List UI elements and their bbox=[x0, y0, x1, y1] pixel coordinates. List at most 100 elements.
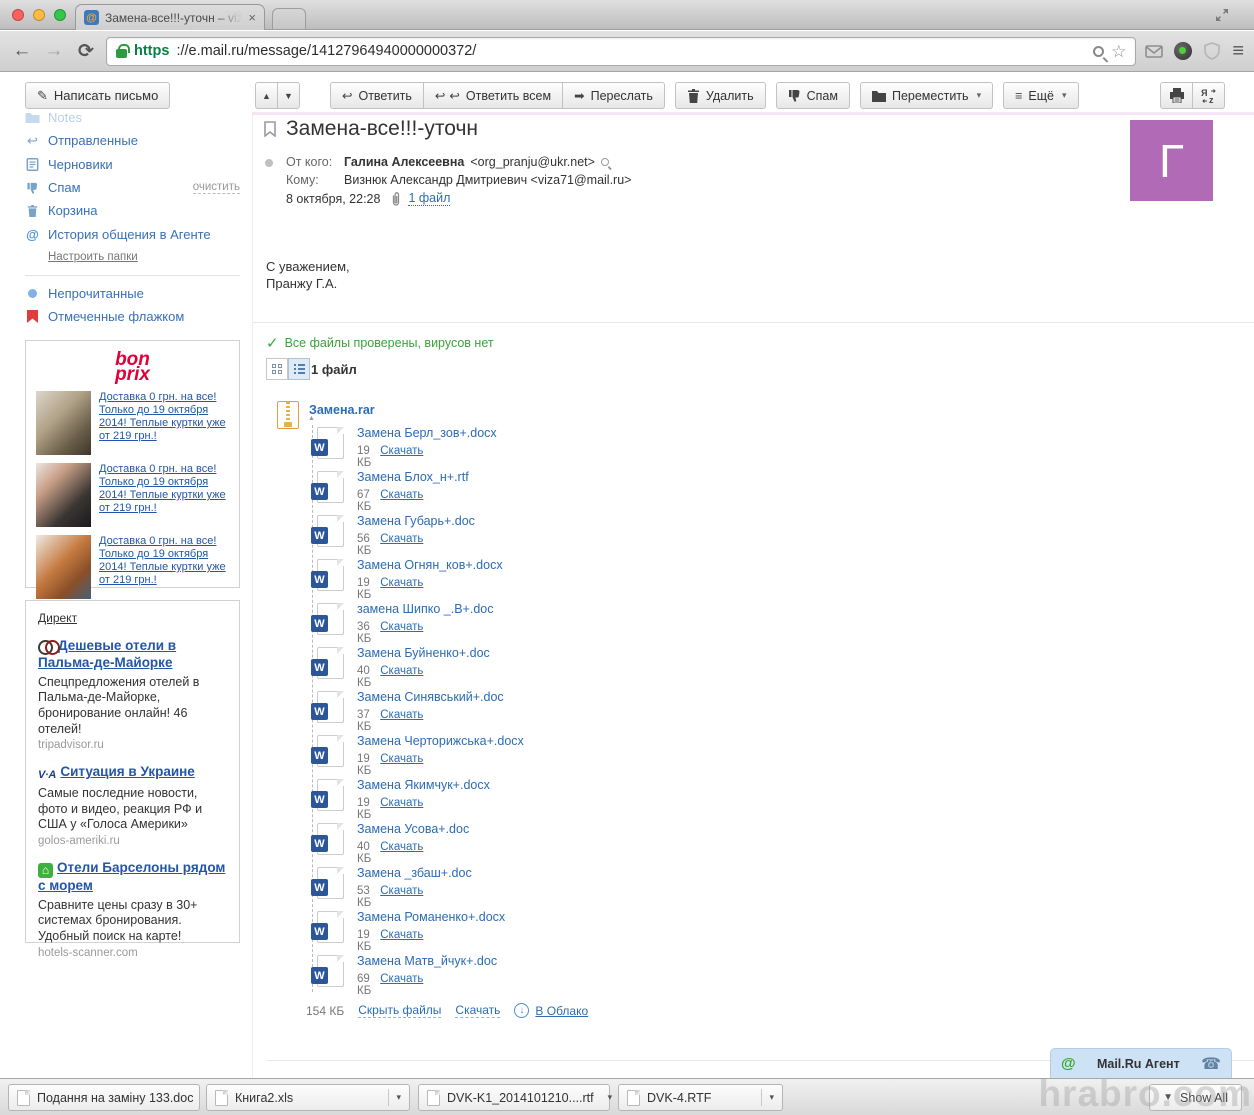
bonprix-ad-item[interactable]: Доставка 0 грн. на все! Только до 19 окт… bbox=[36, 535, 229, 599]
download-item[interactable]: DVK-4.RTF ▾ bbox=[618, 1084, 783, 1111]
save-to-cloud-link[interactable]: В Облако bbox=[535, 1004, 588, 1018]
url-field[interactable]: https ://e.mail.ru/message/1412796494000… bbox=[106, 37, 1136, 66]
file-name-link[interactable]: Замена Синявський+.doc bbox=[357, 690, 504, 704]
sidebar-item-drafts[interactable]: Черновики bbox=[25, 153, 240, 176]
reply-button[interactable]: ↩ Ответить bbox=[330, 82, 424, 109]
bookmark-flag-icon[interactable] bbox=[264, 121, 276, 137]
new-tab-button[interactable] bbox=[272, 8, 306, 29]
file-name-link[interactable]: Замена Романенко+.docx bbox=[357, 910, 505, 924]
sidebar-item-flagged[interactable]: Отмеченные флажком bbox=[25, 305, 240, 328]
bonprix-ad-item[interactable]: Доставка 0 грн. на все! Только до 19 окт… bbox=[36, 463, 229, 527]
forward-button[interactable]: → bbox=[42, 40, 66, 62]
reload-button[interactable]: ⟳ bbox=[74, 40, 98, 63]
download-link[interactable]: Скачать bbox=[380, 885, 423, 909]
mailru-agent-widget[interactable]: @ Mail.Ru Агент ☎ bbox=[1050, 1048, 1232, 1078]
shield-extension-icon[interactable] bbox=[1202, 41, 1222, 61]
bonprix-logo[interactable]: bonprix bbox=[36, 353, 229, 383]
file-name-link[interactable]: Замена Буйненко+.doc bbox=[357, 646, 490, 660]
download-link[interactable]: Скачать bbox=[380, 665, 423, 689]
file-name-link[interactable]: Замена Матв_йчук+.doc bbox=[357, 954, 497, 968]
download-item[interactable]: Подання на заміну 133.doc ▾ bbox=[8, 1084, 200, 1111]
download-link[interactable]: Скачать bbox=[380, 445, 423, 469]
direct-title-link[interactable]: Директ bbox=[38, 611, 77, 625]
sidebar-item-notes[interactable]: Notes bbox=[25, 106, 240, 129]
print-button[interactable] bbox=[1160, 82, 1193, 109]
archive-row[interactable]: Замена.rar bbox=[277, 401, 375, 429]
forward-button[interactable]: ➡ Переслать bbox=[562, 82, 665, 109]
file-name-link[interactable]: Замена Огнян_ков+.docx bbox=[357, 558, 503, 572]
cloud-download-icon[interactable]: ↓ bbox=[514, 1003, 529, 1018]
download-link[interactable]: Скачать bbox=[380, 753, 423, 777]
download-link[interactable]: Скачать bbox=[380, 489, 423, 513]
fullscreen-icon[interactable] bbox=[1214, 7, 1230, 23]
file-name-link[interactable]: Замена Якимчук+.docx bbox=[357, 778, 490, 792]
download-all-link[interactable]: Скачать bbox=[455, 1003, 500, 1018]
browser-tab[interactable]: @ Замена-все!!!-уточн – viza × bbox=[75, 4, 265, 30]
file-name-link[interactable]: Замена Усова+.doc bbox=[357, 822, 469, 836]
ad-photo[interactable] bbox=[36, 463, 91, 527]
ad-photo[interactable] bbox=[36, 535, 91, 599]
chevron-down-icon[interactable]: ▾ bbox=[396, 1092, 401, 1103]
agent-extension-icon[interactable] bbox=[1174, 42, 1192, 60]
download-link[interactable]: Скачать bbox=[380, 533, 423, 557]
sidebar-item-unread[interactable]: Непрочитанные bbox=[25, 282, 240, 305]
download-link[interactable]: Скачать bbox=[380, 621, 423, 645]
close-tab-icon[interactable]: × bbox=[248, 10, 256, 25]
read-status-icon[interactable] bbox=[265, 159, 273, 167]
translate-button[interactable]: Я z bbox=[1192, 82, 1225, 109]
spam-button[interactable]: Спам bbox=[776, 82, 850, 109]
show-all-downloads-button[interactable]: ▼ Show All bbox=[1149, 1084, 1242, 1111]
bookmark-star-icon[interactable]: ☆ bbox=[1111, 43, 1126, 60]
phone-icon[interactable]: ☎ bbox=[1201, 1054, 1221, 1074]
sidebar-item-trash[interactable]: Корзина bbox=[25, 199, 240, 222]
sender-avatar[interactable]: Г bbox=[1130, 120, 1213, 201]
download-link[interactable]: Скачать bbox=[380, 577, 423, 601]
configure-folders-link[interactable]: Настроить папки bbox=[48, 246, 138, 271]
file-name-link[interactable]: замена Шипко _.В+.doc bbox=[357, 602, 494, 616]
clear-spam-link[interactable]: очистить bbox=[193, 181, 240, 194]
bonprix-ad-item[interactable]: Доставка 0 грн. на все! Только до 19 окт… bbox=[36, 391, 229, 455]
sidebar-item-sent[interactable]: ↩ Отправленные bbox=[25, 129, 240, 152]
direct-ad-item[interactable]: V∙AСитуация в Украине Самые последние но… bbox=[38, 764, 227, 847]
more-button[interactable]: ≡ Ещё ▾ bbox=[1003, 82, 1078, 109]
file-name-link[interactable]: Замена Губарь+.doc bbox=[357, 514, 475, 528]
zoom-window-button[interactable] bbox=[54, 9, 66, 21]
back-button[interactable]: ← bbox=[10, 40, 34, 62]
download-link[interactable]: Скачать bbox=[380, 709, 423, 733]
ad-photo[interactable] bbox=[36, 391, 91, 455]
file-name-link[interactable]: Замена Блох_н+.rtf bbox=[357, 470, 469, 484]
reply-all-button[interactable]: ↩ ↩ Ответить всем bbox=[423, 82, 563, 109]
list-view-button[interactable] bbox=[288, 358, 310, 380]
sender-email[interactable]: <org_pranju@ukr.net> bbox=[470, 155, 595, 169]
next-message-button[interactable]: ▼ bbox=[277, 82, 300, 109]
sidebar-item-agent-history[interactable]: @ История общения в Агенте bbox=[25, 222, 240, 245]
sidebar-item-spam[interactable]: Спам очистить bbox=[25, 176, 240, 199]
download-item[interactable]: DVK-K1_2014101210....rtf ▾ bbox=[418, 1084, 610, 1111]
file-name-link[interactable]: Замена Черторижська+.docx bbox=[357, 734, 524, 748]
attachments-count-link[interactable]: 1 файл bbox=[408, 191, 450, 206]
chrome-menu-icon[interactable]: ≡ bbox=[1232, 40, 1244, 63]
download-item[interactable]: Книга2.xls ▾ bbox=[206, 1084, 410, 1111]
compose-button[interactable]: ✎ Написать письмо bbox=[25, 82, 170, 109]
download-link[interactable]: Скачать bbox=[380, 797, 423, 821]
move-button[interactable]: Переместить ▾ bbox=[860, 82, 993, 109]
download-link[interactable]: Скачать bbox=[380, 973, 423, 997]
search-sender-icon[interactable] bbox=[601, 158, 609, 166]
ssl-padlock-icon[interactable] bbox=[116, 49, 127, 58]
minimize-window-button[interactable] bbox=[33, 9, 45, 21]
download-link[interactable]: Скачать bbox=[380, 929, 423, 953]
recipient[interactable]: Визнюк Александр Дмитриевич <viza71@mail… bbox=[344, 173, 631, 187]
zoom-page-icon[interactable] bbox=[1093, 46, 1104, 57]
direct-ad-item[interactable]: Дешевые отели в Пальма-де-Майорке Спецпр… bbox=[38, 638, 227, 751]
close-window-button[interactable] bbox=[12, 9, 24, 21]
hide-files-link[interactable]: Скрыть файлы bbox=[358, 1003, 441, 1018]
direct-ad-item[interactable]: ⌂Отели Барселоны рядом с морем Сравните … bbox=[38, 860, 227, 959]
sender-name[interactable]: Галина Алексеевна bbox=[344, 155, 464, 169]
file-name-link[interactable]: Замена _збаш+.doc bbox=[357, 866, 472, 880]
chevron-down-icon[interactable]: ▾ bbox=[769, 1092, 774, 1103]
file-name-link[interactable]: Замена Берл_зов+.docx bbox=[357, 426, 497, 440]
mail-checker-extension-icon[interactable] bbox=[1144, 41, 1164, 61]
delete-button[interactable]: Удалить bbox=[675, 82, 766, 109]
download-link[interactable]: Скачать bbox=[380, 841, 423, 865]
chevron-down-icon[interactable]: ▾ bbox=[608, 1092, 613, 1103]
